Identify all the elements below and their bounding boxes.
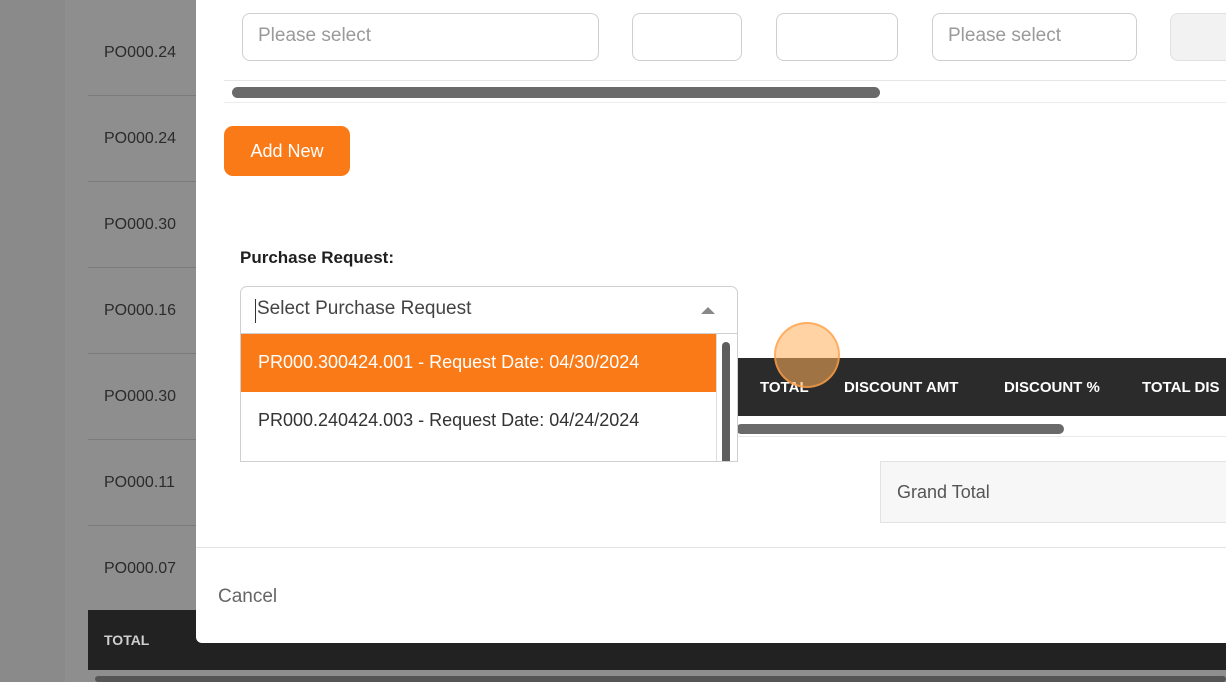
chevron-up-icon[interactable] bbox=[701, 307, 715, 314]
background-table-row: PO000.11 bbox=[88, 440, 208, 526]
unit-select[interactable]: Please select bbox=[932, 13, 1137, 61]
background-scrollbar bbox=[95, 676, 1226, 682]
background-table-row: PO000.30 bbox=[88, 182, 208, 268]
column-header-total-discount: TOTAL DIS bbox=[1142, 379, 1220, 396]
po-number: PO000.24 bbox=[104, 130, 177, 147]
scrollbar-thumb[interactable] bbox=[736, 424, 1064, 434]
purchase-request-dropdown: PR000.300424.001 - Request Date: 04/30/2… bbox=[240, 334, 738, 462]
po-number: PO000.30 bbox=[104, 216, 177, 233]
background-table-row: PO000.16 bbox=[88, 268, 208, 354]
po-number: PO000.07 bbox=[104, 560, 177, 577]
scrollbar-thumb[interactable] bbox=[722, 342, 730, 461]
readonly-input bbox=[1170, 13, 1226, 61]
background-table-row: PO000.07 bbox=[88, 526, 208, 612]
purchase-request-label: Purchase Request: bbox=[240, 248, 394, 267]
column-header-total: TOTAL bbox=[760, 379, 809, 396]
column-header-discount-amt: DISCOUNT AMT bbox=[844, 379, 959, 396]
background-table-row: PO000.24 bbox=[88, 10, 208, 96]
dropdown-option[interactable]: PR000.300424.001 - Request Date: 04/30/2… bbox=[241, 334, 719, 392]
grand-total-box: Grand Total bbox=[880, 461, 1226, 523]
dropdown-scrollbar[interactable] bbox=[716, 334, 737, 461]
grand-total-label: Grand Total bbox=[897, 482, 990, 502]
purchase-request-placeholder: Select Purchase Request bbox=[257, 298, 472, 319]
input-row-scrollbar[interactable] bbox=[224, 82, 1226, 103]
text-caret bbox=[255, 299, 256, 323]
background-sidebar bbox=[0, 0, 65, 682]
item-input-row: Please select Please select bbox=[224, 0, 1226, 81]
cancel-button[interactable]: Cancel bbox=[218, 586, 277, 608]
add-new-button[interactable]: Add New bbox=[224, 126, 350, 176]
background-table-row: PO000.30 bbox=[88, 354, 208, 440]
table-scrollbar[interactable] bbox=[732, 418, 1226, 437]
item-select[interactable]: Please select bbox=[242, 13, 599, 61]
total-label: TOTAL bbox=[104, 632, 150, 648]
po-number: PO000.30 bbox=[104, 388, 177, 405]
purchase-request-select[interactable]: Select Purchase Request bbox=[240, 286, 738, 334]
scrollbar-thumb[interactable] bbox=[232, 87, 880, 98]
create-purchase-order-modal: Please select Please select Add New Purc… bbox=[196, 0, 1226, 643]
modal-footer: Cancel bbox=[196, 547, 1226, 643]
price-input[interactable] bbox=[776, 13, 898, 61]
po-number: PO000.24 bbox=[104, 44, 177, 61]
dropdown-option[interactable]: PR000.240424.003 - Request Date: 04/24/2… bbox=[241, 392, 719, 450]
po-number: PO000.16 bbox=[104, 302, 177, 319]
quantity-input[interactable] bbox=[632, 13, 742, 61]
po-number: PO000.11 bbox=[104, 474, 175, 491]
column-header-discount-percent: DISCOUNT % bbox=[1004, 379, 1100, 396]
items-table-header: TOTAL DISCOUNT AMT DISCOUNT % TOTAL DIS bbox=[732, 358, 1226, 416]
background-table-row: PO000.24 bbox=[88, 96, 208, 182]
